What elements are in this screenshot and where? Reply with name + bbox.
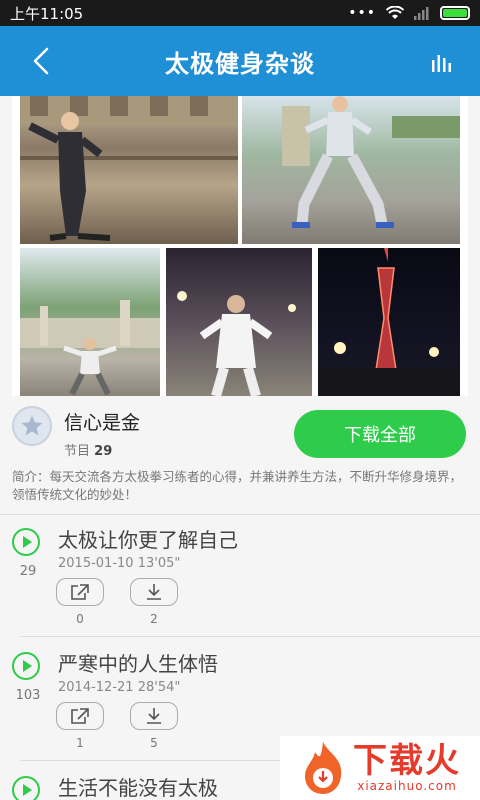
status-time: 上午11:05 [10, 4, 84, 23]
share-count: 0 [76, 612, 84, 626]
share-count: 1 [76, 736, 84, 750]
notification-dots-icon: ••• [348, 5, 376, 21]
download-icon [147, 584, 161, 600]
watermark-logo: 下载火 xiazaihuo.com [280, 736, 480, 800]
play-count: 29 [19, 564, 37, 579]
page-title: 太极健身杂谈 [165, 49, 315, 78]
now-playing-button[interactable] [426, 46, 458, 78]
watermark-main: 下载火 [353, 741, 461, 781]
cover-photo-night-practice [166, 248, 312, 396]
list-divider [20, 636, 480, 637]
episode-duration: 13'05" [137, 556, 181, 571]
download-all-button[interactable]: 下载全部 [294, 410, 466, 458]
list-divider [0, 514, 480, 515]
play-count: 103 [15, 688, 41, 703]
episode-date: 2014-12-21 [58, 680, 134, 695]
program-description: 简介：每天交流各方太极拳习练者的心得，并兼讲养生方法，不断升华修身境界，领悟传统… [12, 469, 463, 502]
episode-title[interactable]: 严寒中的人生体悟 [58, 648, 218, 677]
cover-photo-ruins [20, 248, 160, 396]
header-bar: 太极健身杂谈 [0, 26, 480, 96]
play-icon[interactable] [12, 652, 40, 680]
cover-photo-great-wall [20, 96, 238, 244]
episode-count-value: 29 [94, 444, 113, 459]
download-icon [147, 708, 161, 724]
episode-item[interactable]: 29 太极让你更了解自己 2015-01-10 13'05" 0 2 [0, 516, 480, 638]
share-button[interactable] [56, 578, 104, 606]
episode-count: 节目 29 [64, 440, 112, 459]
back-button[interactable] [22, 42, 60, 80]
share-icon [71, 708, 89, 724]
download-count: 2 [150, 612, 158, 626]
wifi-icon [386, 6, 404, 19]
watermark-text: 下载火 xiazaihuo.com [353, 743, 461, 793]
cover-photo-canton-tower [318, 248, 460, 396]
episode-title[interactable]: 太极让你更了解自己 [58, 524, 238, 553]
cover-photo-stone-marker [242, 96, 460, 244]
signal-icon [414, 7, 429, 20]
download-button[interactable] [130, 578, 178, 606]
flame-logo-icon [305, 742, 342, 794]
share-button[interactable] [56, 702, 104, 730]
download-count: 5 [150, 736, 158, 750]
episode-date: 2015-01-10 [58, 556, 134, 571]
status-icons: ••• [348, 5, 470, 21]
play-icon[interactable] [12, 528, 40, 556]
status-bar: 上午11:05 ••• [0, 0, 480, 26]
episode-meta: 2014-12-21 28'54" [58, 680, 180, 695]
battery-icon [440, 6, 470, 20]
cover-collage [12, 96, 468, 396]
program-info: 信心是金 节目 29 下载全部 简介：每天交流各方太极拳习练者的心得，并兼讲养生… [0, 396, 480, 512]
play-icon[interactable] [12, 776, 40, 800]
back-arrow-icon [33, 47, 49, 75]
episode-meta: 2015-01-10 13'05" [58, 556, 180, 571]
share-icon [71, 584, 89, 600]
equalizer-icon [432, 55, 451, 72]
episode-count-label: 节目 [64, 444, 91, 459]
star-avatar-icon [21, 415, 43, 436]
author-avatar[interactable] [12, 406, 52, 446]
watermark-sub: xiazaihuo.com [357, 779, 457, 793]
download-button[interactable] [130, 702, 178, 730]
episode-duration: 28'54" [137, 680, 181, 695]
episode-title[interactable]: 生活不能没有太极 [58, 772, 218, 800]
author-name[interactable]: 信心是金 [64, 408, 140, 435]
